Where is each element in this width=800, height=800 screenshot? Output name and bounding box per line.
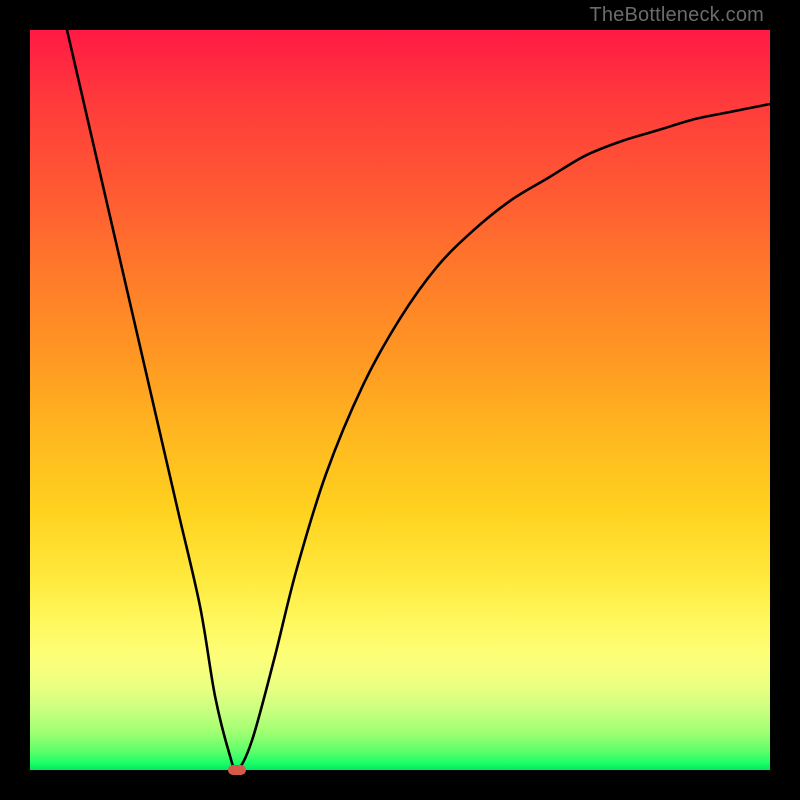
watermark-text: TheBottleneck.com <box>589 4 764 27</box>
bottleneck-curve <box>30 30 770 770</box>
plot-area <box>30 30 770 770</box>
minimum-point-marker <box>228 765 246 775</box>
chart-container: TheBottleneck.com <box>0 0 800 800</box>
